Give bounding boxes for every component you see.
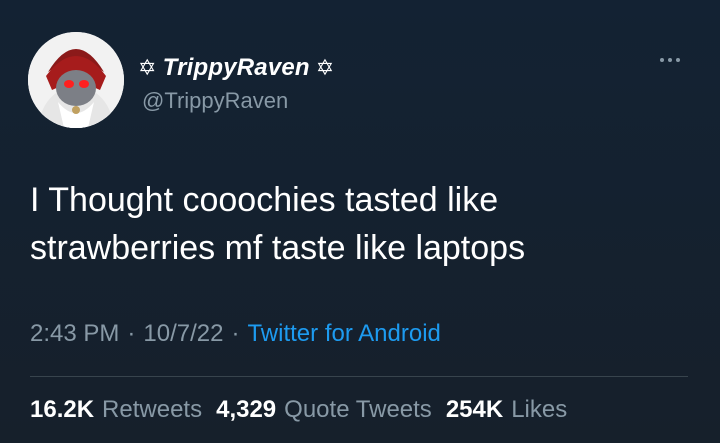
retweets-count: 16.2K <box>30 396 95 423</box>
tweet-meta: 2:43 PM · 10/7/22 · Twitter for Android <box>30 320 441 348</box>
likes-label: Likes <box>511 396 568 423</box>
divider <box>30 376 688 377</box>
tweet-time[interactable]: 2:43 PM <box>30 320 119 348</box>
tweet-date[interactable]: 10/7/22 <box>143 320 223 348</box>
quotes-label: Quote Tweets <box>284 396 432 423</box>
retweets-stat[interactable]: 16.2K Retweets <box>30 396 202 424</box>
tweet-text-line: strawberries mf taste like laptops <box>30 229 526 267</box>
display-name[interactable]: TrippyRaven <box>163 54 310 82</box>
tweet-source-link[interactable]: Twitter for Android <box>247 320 440 348</box>
tweet-text: I Thought cooochies tasted like strawber… <box>30 176 690 272</box>
tweet-text-line: I Thought cooochies tasted like <box>30 181 499 219</box>
pentagram-icon: ✡ <box>315 55 335 80</box>
likes-stat[interactable]: 254K Likes <box>446 396 567 424</box>
meta-separator: · <box>127 320 136 347</box>
user-handle[interactable]: @TrippyRaven <box>142 88 288 114</box>
retweets-label: Retweets <box>102 396 203 423</box>
tweet-stats: 16.2K Retweets 4,329 Quote Tweets 254K L… <box>30 396 567 424</box>
tweet-card: ✡ TrippyRaven ✡ @TrippyRaven I Thought c… <box>0 0 720 443</box>
pentagram-icon: ✡ <box>138 55 157 80</box>
raven-avatar-icon <box>28 32 124 128</box>
meta-separator: · <box>231 320 240 347</box>
quotes-count: 4,329 <box>216 396 277 423</box>
likes-count: 254K <box>445 396 504 423</box>
quote-tweets-stat[interactable]: 4,329 Quote Tweets <box>216 396 432 424</box>
avatar[interactable] <box>28 32 124 128</box>
display-name-row[interactable]: ✡ TrippyRaven ✡ <box>138 54 334 82</box>
more-options-icon[interactable] <box>660 58 680 62</box>
